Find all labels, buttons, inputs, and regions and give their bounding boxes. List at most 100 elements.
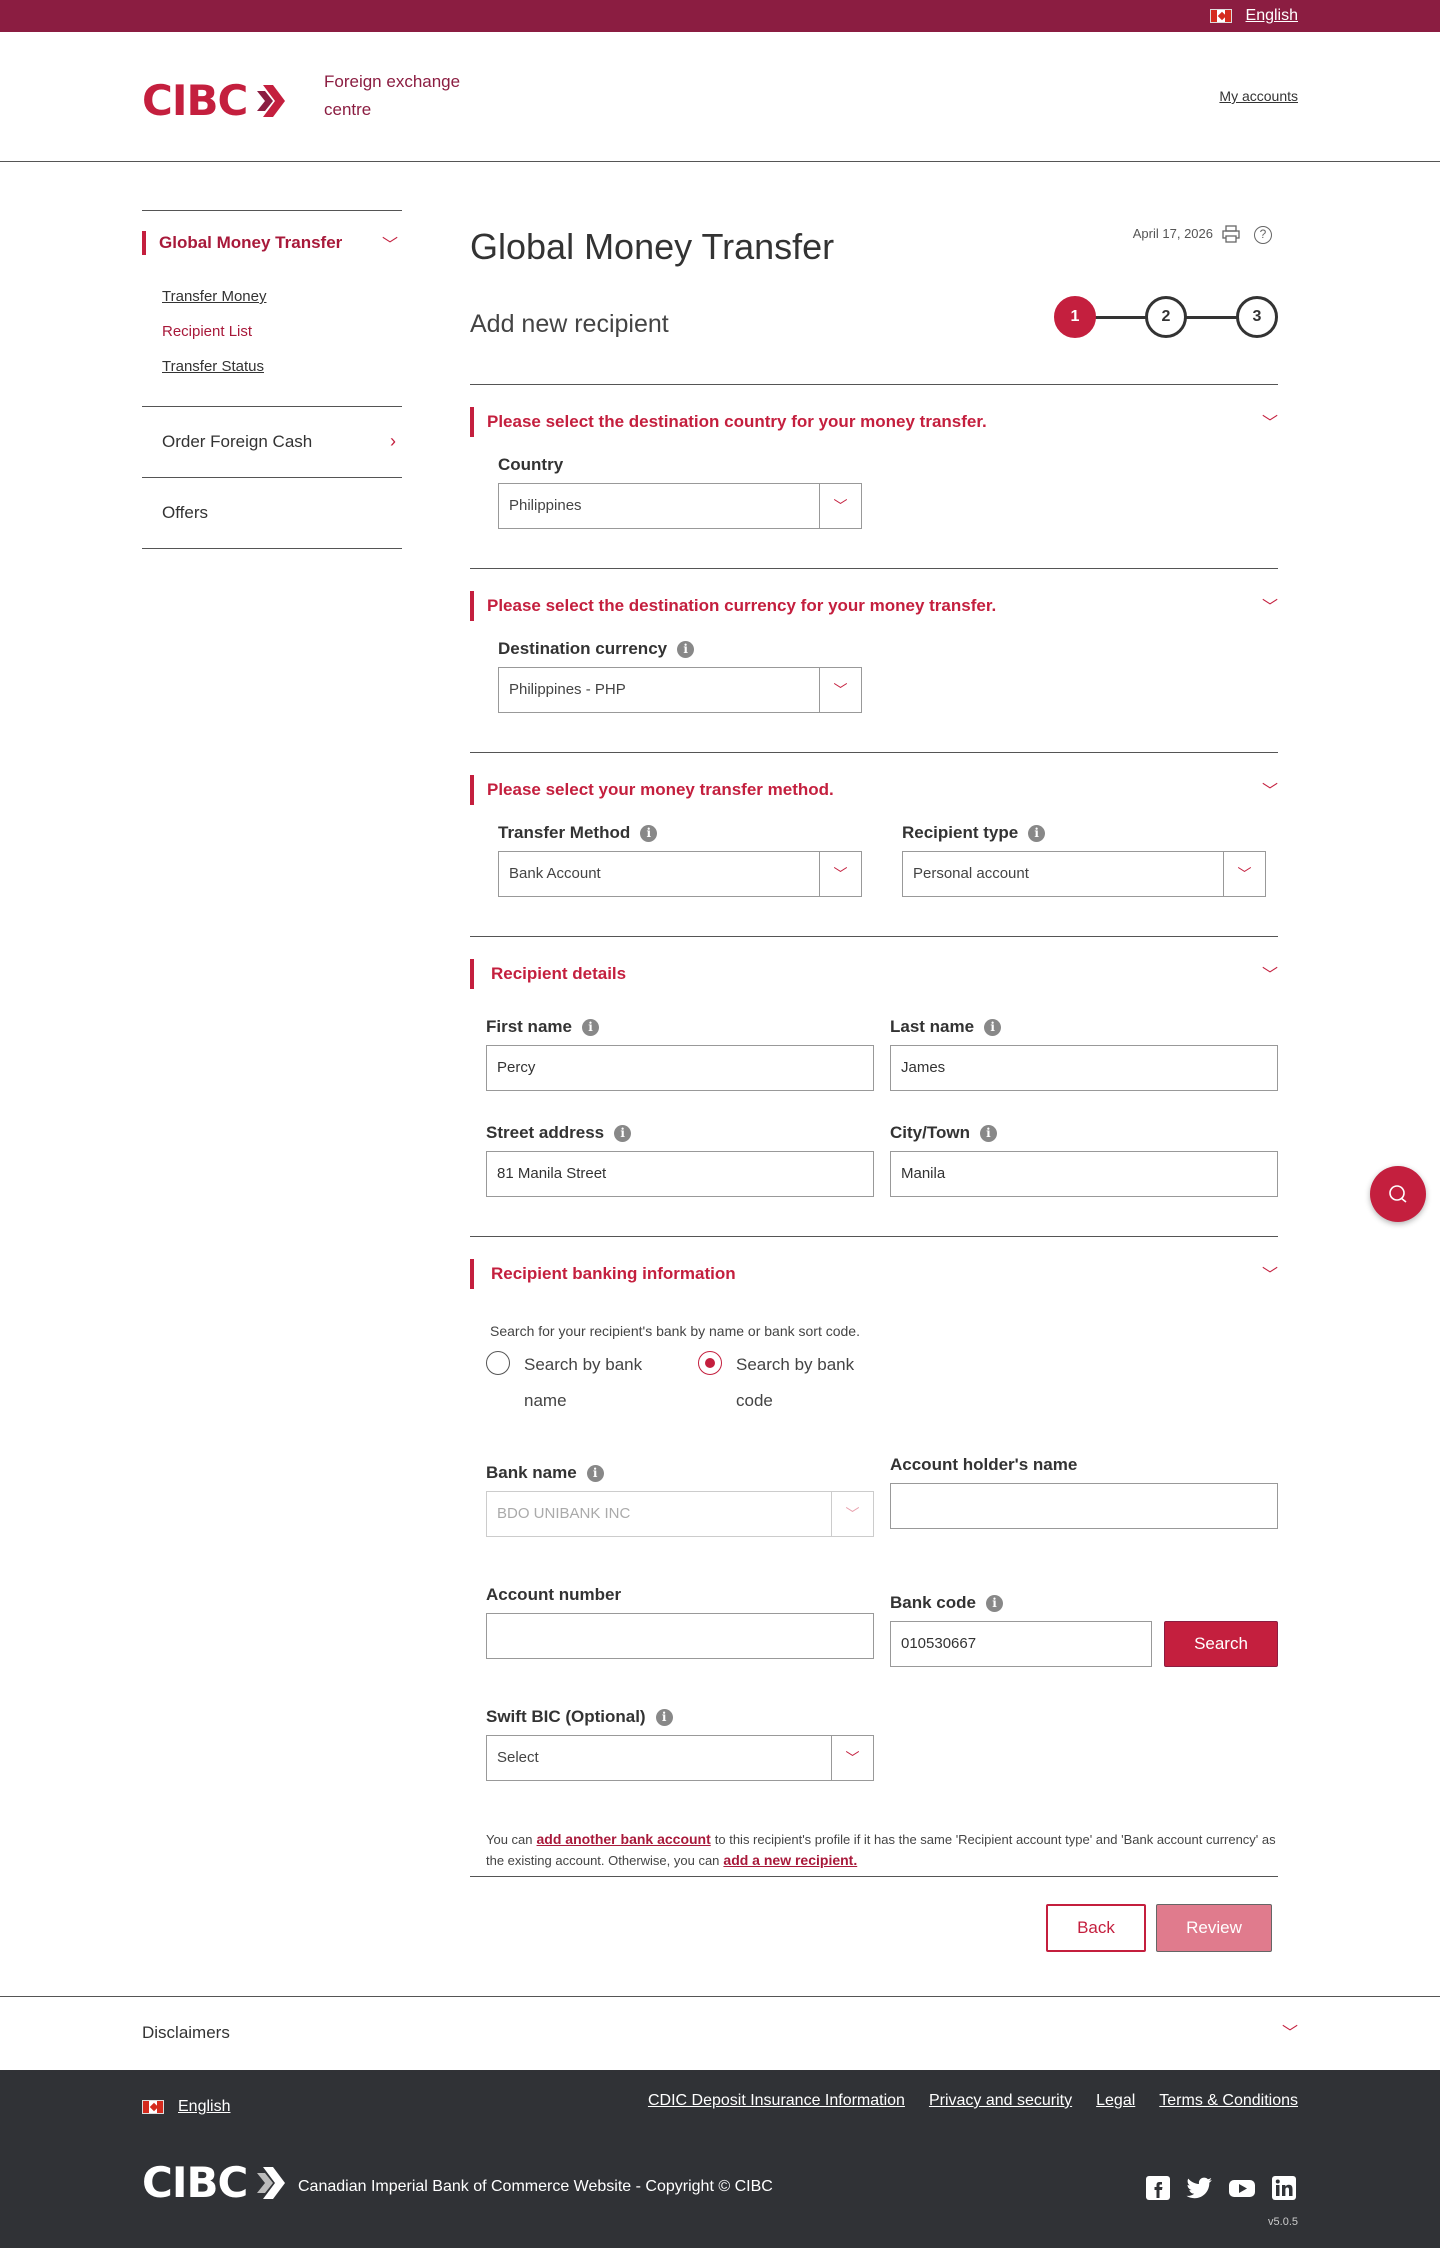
info-icon[interactable]: i	[677, 640, 695, 658]
first-name-label: First name i	[486, 1017, 599, 1037]
street-address-input[interactable]: 81 Manila Street	[486, 1151, 874, 1197]
linkedin-icon[interactable]	[1270, 2174, 1298, 2202]
info-icon[interactable]: i	[979, 1124, 997, 1142]
chat-button[interactable]	[1370, 1166, 1426, 1222]
first-name-input[interactable]: Percy	[486, 1045, 874, 1091]
sidebar-item-label: Offers	[162, 503, 208, 522]
cibc-logo[interactable]: CIBC	[142, 76, 291, 125]
chevron-down-icon[interactable]: ﹀	[831, 1736, 873, 1780]
section-header[interactable]: Recipient details ﹀	[470, 959, 1278, 989]
footer-language-selector[interactable]: English	[142, 2098, 230, 2116]
chevron-down-icon[interactable]: ﹀	[819, 668, 861, 712]
sidebar-subitem-recipient-list[interactable]: Recipient List	[162, 314, 402, 349]
radio-search-by-name[interactable]: Search by bank name	[486, 1347, 654, 1419]
swift-label: Swift BIC (Optional) i	[486, 1707, 673, 1727]
sidebar-subitem-transfer-status[interactable]: Transfer Status	[162, 349, 402, 384]
section-header[interactable]: Please select the destination currency f…	[470, 591, 1278, 621]
footer-link-terms[interactable]: Terms & Conditions	[1159, 2092, 1298, 2110]
page-title: Global Money Transfer	[470, 226, 835, 267]
add-bank-account-link[interactable]: add another bank account	[537, 1831, 711, 1847]
chat-icon	[1389, 1185, 1407, 1203]
twitter-icon[interactable]	[1186, 2174, 1214, 2202]
sidebar-item-offers[interactable]: Offers	[142, 478, 402, 549]
add-new-recipient-link[interactable]: add a new recipient.	[723, 1852, 857, 1868]
radio-button[interactable]	[486, 1351, 510, 1375]
swift-select[interactable]: Select ﹀	[486, 1735, 874, 1781]
section-destination-country: Please select the destination country fo…	[470, 384, 1278, 568]
sidebar-group-global-money-transfer: Global Money Transfer ﹀ Transfer Money R…	[142, 211, 402, 407]
city-input[interactable]: Manila	[890, 1151, 1278, 1197]
recipient-type-select[interactable]: Personal account ﹀	[902, 851, 1266, 897]
bank-code-input[interactable]: 010530667	[890, 1621, 1152, 1667]
back-button[interactable]: Back	[1046, 1904, 1146, 1952]
social-links	[1144, 2174, 1298, 2202]
review-button[interactable]: Review	[1156, 1904, 1272, 1952]
info-icon[interactable]: i	[655, 1708, 673, 1726]
disclaimers-accordion[interactable]: Disclaimers ﹀	[0, 1996, 1440, 2070]
language-selector[interactable]: English	[1209, 7, 1298, 25]
section-destination-currency: Please select the destination currency f…	[470, 568, 1278, 752]
footer-links: CDIC Deposit Insurance Information Priva…	[648, 2092, 1298, 2110]
facebook-icon[interactable]	[1144, 2174, 1172, 2202]
section-header[interactable]: Recipient banking information ﹀	[470, 1259, 1278, 1289]
youtube-icon[interactable]	[1228, 2174, 1256, 2202]
sidebar-item-label: Global Money Transfer	[159, 233, 343, 252]
help-icon[interactable]: ?	[1254, 226, 1272, 244]
section-recipient-details: Recipient details ﹀ First name i Percy La…	[470, 936, 1278, 1236]
country-select[interactable]: Philippines ﹀	[498, 483, 862, 529]
chevron-down-icon: ﹀	[1281, 2025, 1298, 2042]
footer-cibc-logo[interactable]: CIBC	[142, 2158, 291, 2207]
section-transfer-method: Please select your money transfer method…	[470, 752, 1278, 936]
sidebar-subitem-transfer-money[interactable]: Transfer Money	[162, 279, 402, 314]
info-icon[interactable]: i	[581, 1018, 599, 1036]
footer-link-cdic[interactable]: CDIC Deposit Insurance Information	[648, 2092, 905, 2110]
transfer-method-label: Transfer Method i	[498, 823, 658, 843]
footer-link-legal[interactable]: Legal	[1096, 2092, 1135, 2110]
canada-flag-icon	[142, 2100, 164, 2114]
chevron-down-icon: ﹀	[1261, 599, 1278, 616]
footer-link-privacy[interactable]: Privacy and security	[929, 2092, 1072, 2110]
site-header: CIBC Foreign exchange centre My accounts	[0, 32, 1440, 162]
disclaimers-label: Disclaimers	[142, 2023, 230, 2042]
radio-button-selected[interactable]	[698, 1351, 722, 1375]
bank-name-label: Bank name i	[486, 1463, 604, 1483]
section-recipient-banking: Recipient banking information ﹀ Search f…	[470, 1236, 1278, 2086]
section-header[interactable]: Please select the destination country fo…	[470, 407, 1278, 437]
sidebar-item-order-foreign-cash[interactable]: Order Foreign Cash ›	[142, 407, 402, 478]
sidebar-item-label: Order Foreign Cash	[162, 432, 313, 451]
chevron-down-icon[interactable]: ﹀	[819, 852, 861, 896]
section-title: Please select the destination country fo…	[487, 412, 987, 431]
transfer-method-select[interactable]: Bank Account ﹀	[498, 851, 862, 897]
search-button[interactable]: Search	[1164, 1621, 1278, 1667]
page-subtitle: Add new recipient	[470, 310, 669, 338]
print-icon[interactable]	[1222, 225, 1240, 243]
city-label: City/Town i	[890, 1123, 997, 1143]
account-holder-input[interactable]	[890, 1483, 1278, 1529]
info-icon[interactable]: i	[985, 1594, 1003, 1612]
my-accounts-link[interactable]: My accounts	[1219, 88, 1298, 104]
sidebar-item-global-money-transfer[interactable]: Global Money Transfer ﹀	[142, 211, 402, 271]
info-icon[interactable]: i	[586, 1464, 604, 1482]
account-number-input[interactable]	[486, 1613, 874, 1659]
info-icon[interactable]: i	[984, 1018, 1002, 1036]
language-label: English	[1245, 7, 1298, 24]
info-icon[interactable]: i	[1028, 824, 1046, 842]
step-2: 2	[1145, 296, 1187, 338]
section-title: Recipient banking information	[491, 1264, 736, 1283]
currency-select[interactable]: Philippines - PHP ﹀	[498, 667, 862, 713]
add-account-note: You can add another bank account to this r…	[486, 1831, 1276, 1868]
chevron-down-icon[interactable]: ﹀	[819, 484, 861, 528]
info-icon[interactable]: i	[640, 824, 658, 842]
logo-text: CIBC	[142, 76, 248, 125]
info-icon[interactable]: i	[614, 1124, 632, 1142]
copyright-text: Canadian Imperial Bank of Commerce Websi…	[298, 2178, 773, 2195]
recipient-type-label: Recipient type i	[902, 823, 1046, 843]
chevron-down-icon: ﹀	[381, 237, 398, 254]
currency-label: Destination currency i	[498, 639, 695, 659]
section-header[interactable]: Please select your money transfer method…	[470, 775, 1278, 805]
site-footer: English CDIC Deposit Insurance Informati…	[0, 2070, 1440, 2248]
chevron-down-icon[interactable]: ﹀	[1223, 852, 1265, 896]
street-address-label: Street address i	[486, 1123, 632, 1143]
radio-search-by-code[interactable]: Search by bank code	[698, 1347, 866, 1419]
last-name-input[interactable]: James	[890, 1045, 1278, 1091]
